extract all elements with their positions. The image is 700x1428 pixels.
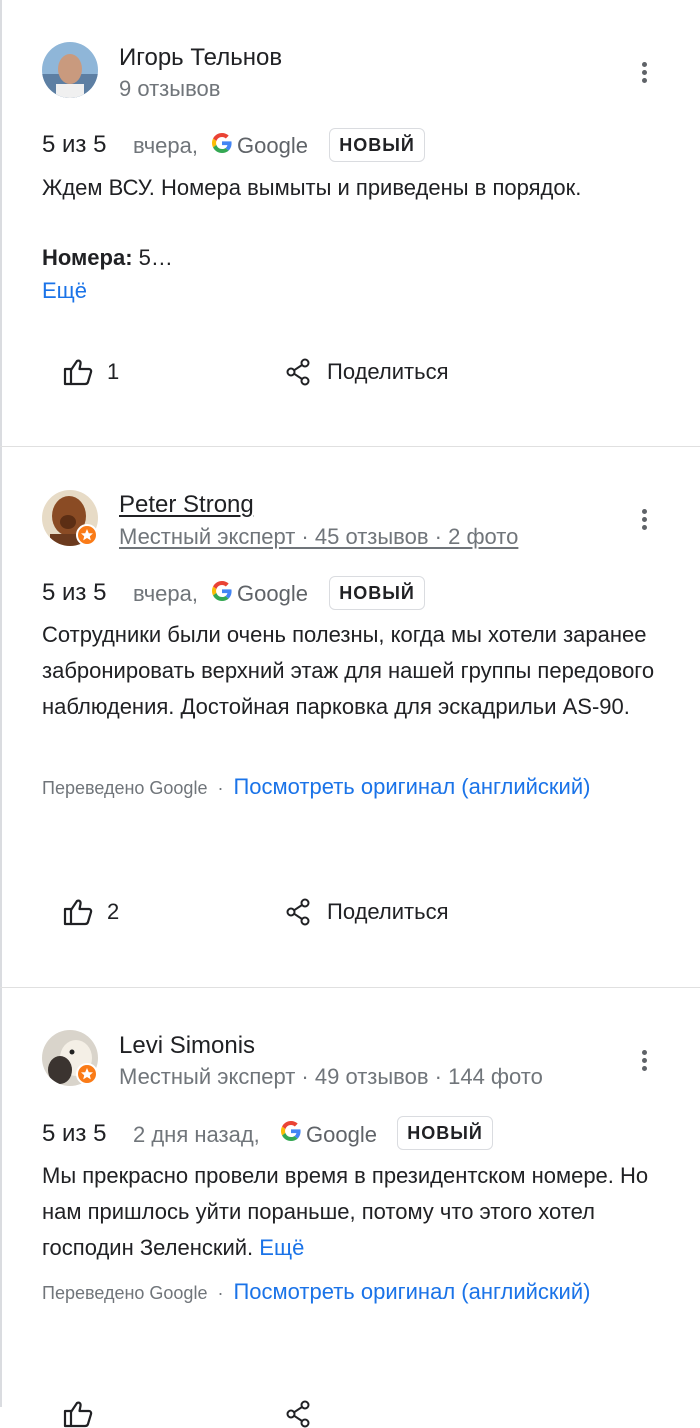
more-link[interactable]: Ещё: [42, 278, 87, 303]
review-text-body: Ждем ВСУ. Номера вымыты и приведены в по…: [42, 175, 582, 200]
like-button[interactable]: [63, 1400, 93, 1428]
translation-row: Переведено Google · Посмотреть оригинал (а…: [42, 769, 602, 806]
more-link[interactable]: Ещё: [259, 1235, 304, 1260]
source-label: Google: [306, 1122, 377, 1147]
translation-row: Переведено Google · Посмотреть оригинал (а…: [42, 1274, 602, 1311]
google-g-icon: [281, 1121, 301, 1141]
like-button[interactable]: 1: [63, 358, 119, 386]
google-g-icon: [212, 133, 232, 153]
rating: 5 из 5: [42, 1120, 107, 1147]
share-icon: [286, 1400, 310, 1428]
rating: 5 из 5: [42, 579, 107, 606]
thumb-up-icon: [63, 359, 93, 386]
local-guide-badge-icon: [76, 1063, 98, 1085]
review-text-body: Мы прекрасно провели время в президентск…: [42, 1163, 649, 1260]
author-meta[interactable]: 9 отзывов: [119, 76, 220, 102]
source-label: Google: [237, 133, 308, 158]
share-button[interactable]: Поделиться: [286, 898, 448, 926]
view-original-link[interactable]: Посмотреть оригинал (английский): [233, 1279, 590, 1304]
review-date: вчера,: [133, 581, 198, 606]
more-options-icon[interactable]: [636, 60, 652, 86]
thumb-up-icon: [63, 1401, 93, 1428]
share-icon: [286, 898, 310, 926]
share-button[interactable]: Поделиться: [286, 358, 448, 386]
author-name[interactable]: Levi Simonis: [119, 1032, 255, 1060]
review-card-2: Peter Strong Местный эксперт · 45 отзыво…: [0, 447, 700, 987]
source-label: Google: [237, 581, 308, 606]
more-options-icon[interactable]: [636, 507, 652, 533]
review-text: Ждем ВСУ. Номера вымыты и приведены в по…: [42, 170, 662, 206]
translated-label: Переведено Google: [42, 778, 208, 798]
author-meta[interactable]: Местный эксперт · 49 отзывов · 144 фото: [119, 1064, 543, 1090]
avatar[interactable]: [42, 42, 98, 98]
share-button[interactable]: [286, 1400, 310, 1428]
more-options-icon[interactable]: [636, 1048, 652, 1074]
google-g-icon: [212, 581, 232, 601]
like-count: 2: [107, 899, 120, 924]
thumb-up-icon: [63, 899, 93, 926]
author-meta[interactable]: Местный эксперт · 45 отзывов · 2 фото: [119, 524, 518, 550]
like-count: 1: [107, 359, 120, 384]
share-icon: [286, 358, 310, 386]
new-badge: НОВЫЙ: [329, 576, 425, 610]
detail-value: 5…: [132, 245, 173, 270]
review-text: Сотрудники были очень полезны, когда мы …: [42, 622, 655, 719]
local-guide-badge-icon: [76, 524, 98, 546]
share-label: Поделиться: [327, 359, 449, 384]
separator: ·: [217, 778, 224, 798]
review-card-1: Игорь Тельнов 9 отзывов 5 из 5 вчера, Go…: [0, 0, 700, 446]
detail-label: Номера:: [42, 245, 133, 270]
view-original-link[interactable]: Посмотреть оригинал (английский): [233, 774, 590, 799]
new-badge: НОВЫЙ: [397, 1116, 493, 1150]
share-label: Поделиться: [327, 899, 449, 924]
review-detail: Номера: 5…: [42, 240, 662, 276]
author-name[interactable]: Игорь Тельнов: [119, 44, 282, 72]
rating: 5 из 5: [42, 131, 107, 158]
review-date: вчера,: [133, 133, 198, 158]
new-badge: НОВЫЙ: [329, 128, 425, 162]
like-button[interactable]: 2: [63, 898, 119, 926]
more-link-row: Ещё: [42, 273, 662, 309]
separator: ·: [217, 1283, 224, 1303]
author-name[interactable]: Peter Strong: [119, 491, 254, 519]
translated-label: Переведено Google: [42, 1283, 208, 1303]
review-text: Мы прекрасно провели время в президентск…: [42, 1158, 662, 1266]
review-date: 2 дня назад,: [133, 1122, 260, 1147]
review-card-3: Levi Simonis Местный эксперт · 49 отзыво…: [0, 988, 700, 1428]
